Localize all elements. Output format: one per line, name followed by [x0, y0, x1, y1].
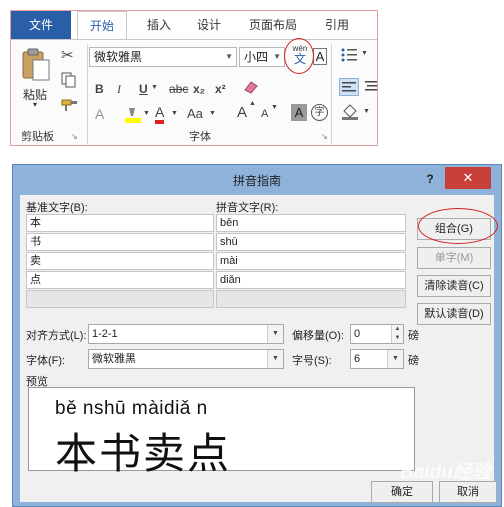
base-text-cell[interactable]: 点 [26, 271, 214, 289]
offset-unit: 磅 [408, 330, 419, 342]
char-shading-button[interactable]: A [291, 104, 307, 121]
bullets-icon[interactable] [341, 48, 357, 65]
chevron-down-icon[interactable]: ▼ [387, 350, 403, 368]
font-name-dropdown[interactable]: 微软雅黑 ▼ [89, 47, 237, 67]
size-combo[interactable]: 6 ▼ [350, 349, 404, 369]
chevron-down-icon[interactable]: ▼ [267, 350, 283, 368]
chevron-down-icon[interactable]: ▼ [151, 84, 158, 91]
superscript-button[interactable]: x² [215, 82, 226, 96]
italic-button[interactable]: I [117, 82, 121, 97]
clear-format-icon[interactable] [243, 80, 259, 97]
tab-home[interactable]: 开始 [77, 11, 127, 39]
ribbon-body: 粘贴 ▾ ✂ 剪贴板 ↘ 微软雅黑 ▼ 小四 ▼ wén 文 A B I U ▼ [11, 39, 377, 145]
baidu-watermark: Baidu经验 [400, 462, 491, 483]
ribbon-tab-bar: 文件 开始 插入 设计 页面布局 引用 [11, 11, 377, 39]
ruby-text-cell[interactable]: běn [216, 214, 406, 232]
strikethrough-button[interactable]: abc [169, 82, 188, 96]
offset-label: 偏移量(O): [292, 330, 344, 342]
alignment-value: 1-2-1 [92, 328, 118, 340]
change-case-button[interactable]: Aa [187, 106, 203, 121]
tab-design[interactable]: 设计 [189, 11, 229, 39]
close-button[interactable]: ✕ [445, 167, 491, 189]
empty-cell [216, 290, 406, 308]
group-divider [331, 44, 332, 144]
grow-arrow-icon: ▲ [249, 100, 256, 107]
grow-font-button[interactable]: A [237, 104, 247, 121]
dialog-client-area: 基准文字(B): 拼音文字(R): 本 běn 书 shū 卖 mài 点 di… [20, 195, 497, 503]
ruby-text-label: 拼音文字(R): [216, 202, 279, 214]
chevron-down-icon[interactable]: ▼ [361, 50, 368, 57]
font-value: 微软雅黑 [92, 353, 136, 365]
tab-page-layout[interactable]: 页面布局 [241, 11, 305, 39]
dialog-titlebar[interactable]: 拼音指南 ? ✕ [13, 165, 501, 195]
offset-value: 0 [354, 328, 361, 340]
group-divider [87, 44, 88, 144]
chevron-down-icon: ▼ [273, 52, 281, 61]
tab-references[interactable]: 引用 [317, 11, 357, 39]
align-center-icon[interactable] [365, 80, 377, 95]
size-value: 6 [354, 353, 361, 365]
offset-spinner[interactable]: 0 ▲ ▼ [350, 324, 404, 344]
highlight-icon[interactable] [123, 106, 143, 127]
tab-insert[interactable]: 插入 [139, 11, 179, 39]
empty-cell [26, 290, 214, 308]
paste-button[interactable]: 粘贴 ▾ [19, 48, 53, 109]
size-unit: 磅 [408, 355, 419, 367]
base-text-cell[interactable]: 卖 [26, 252, 214, 270]
format-painter-icon[interactable] [61, 98, 79, 115]
font-color-button[interactable]: A [155, 104, 165, 124]
align-left-icon[interactable] [339, 78, 359, 96]
alignment-label: 对齐方式(L): [26, 330, 87, 342]
chevron-down-icon[interactable]: ▼ [363, 108, 370, 115]
annotation-circle [284, 38, 314, 74]
clear-reading-button[interactable]: 清除读音(C) [417, 275, 491, 297]
font-combo[interactable]: 微软雅黑 ▼ [88, 349, 284, 369]
underline-button[interactable]: U [139, 82, 148, 96]
font-label: 字体(F): [26, 355, 66, 367]
clipboard-launcher-icon[interactable]: ↘ [71, 132, 78, 141]
ruby-text-cell[interactable]: mài [216, 252, 406, 270]
char-border-button[interactable]: A [313, 48, 327, 65]
base-text-label: 基准文字(B): [26, 202, 88, 214]
font-launcher-icon[interactable]: ↘ [321, 132, 328, 141]
copy-icon[interactable] [61, 72, 77, 91]
enclose-char-button[interactable]: 字 [311, 104, 328, 121]
font-name-value: 微软雅黑 [94, 50, 143, 64]
ruby-text-cell[interactable]: shū [216, 233, 406, 251]
text-effects-button[interactable]: A [95, 106, 104, 122]
mono-button[interactable]: 单字(M) [417, 247, 491, 269]
chevron-down-icon[interactable]: ▼ [267, 325, 283, 343]
chevron-down-icon[interactable]: ▼ [171, 110, 178, 117]
base-text-cell[interactable]: 本 [26, 214, 214, 232]
shrink-arrow-icon: ▼ [271, 104, 278, 111]
bold-button[interactable]: B [95, 82, 104, 96]
size-label: 字号(S): [292, 355, 332, 367]
annotation-circle [418, 208, 498, 244]
word-ribbon: 文件 开始 插入 设计 页面布局 引用 粘贴 ▾ ✂ 剪贴板 ↘ 微软雅黑 ▼ … [10, 10, 378, 146]
chevron-down-icon[interactable]: ▼ [209, 110, 216, 117]
paste-dropdown-icon: ▾ [33, 100, 38, 109]
base-text-cell[interactable]: 书 [26, 233, 214, 251]
subscript-button[interactable]: x₂ [193, 82, 205, 96]
alignment-combo[interactable]: 1-2-1 ▼ [88, 324, 284, 344]
ruby-text-cell[interactable]: diǎn [216, 271, 406, 289]
spin-arrows-icon[interactable]: ▲ ▼ [391, 325, 403, 343]
preview-box: bě nshū màidiǎ n 本书卖点 [28, 387, 415, 477]
default-reading-button[interactable]: 默认读音(D) [417, 303, 491, 325]
tab-file[interactable]: 文件 [11, 11, 71, 39]
help-button[interactable]: ? [417, 169, 443, 189]
paste-icon [22, 48, 50, 81]
clipboard-group-label: 剪贴板 [21, 131, 54, 143]
preview-hanzi: 本书卖点 [55, 430, 232, 477]
font-size-value: 小四 [244, 50, 269, 64]
chevron-down-icon[interactable]: ▼ [143, 110, 150, 117]
font-group-label: 字体 [189, 131, 211, 143]
chevron-down-icon: ▼ [225, 52, 233, 61]
shrink-font-button[interactable]: A [261, 108, 268, 120]
preview-pinyin: bě nshū màidiǎ n [55, 398, 208, 419]
font-size-dropdown[interactable]: 小四 ▼ [239, 47, 285, 67]
cut-icon[interactable]: ✂ [61, 46, 74, 64]
shading-icon[interactable] [341, 104, 359, 123]
